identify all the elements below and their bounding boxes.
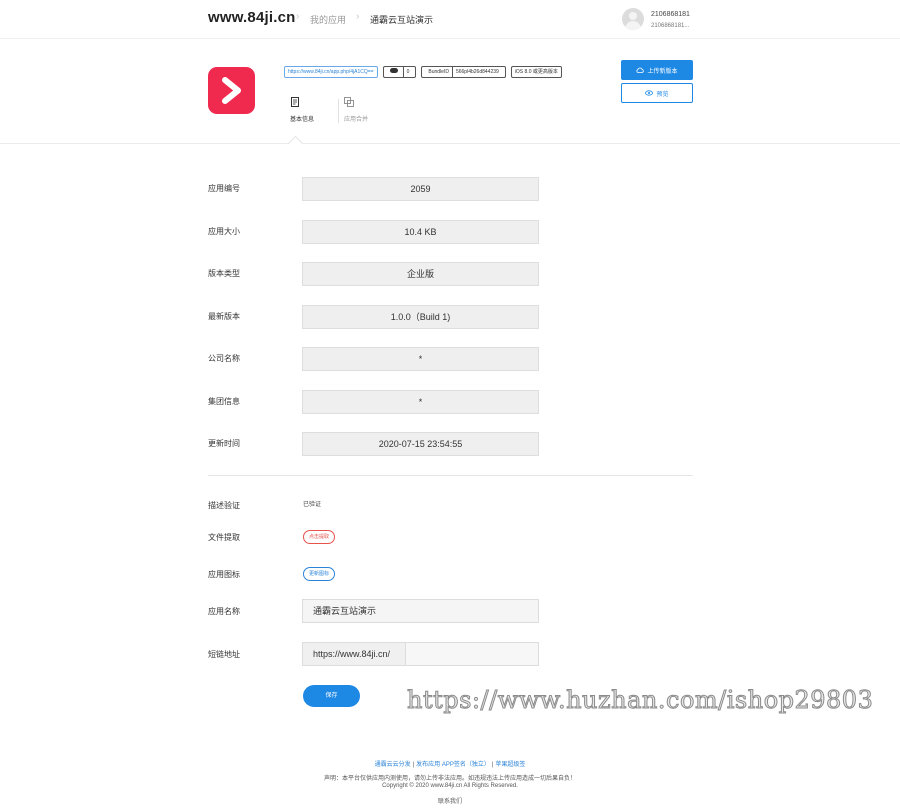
upload-label: 上传新版本 xyxy=(647,68,678,75)
footer-link-distribution[interactable]: 通霸云云分发 xyxy=(375,762,411,768)
company-name-field: * xyxy=(302,347,539,371)
bundle-id-tag: BundleID 566pl4b26d844239 xyxy=(421,66,506,78)
cloud-upload-icon xyxy=(636,67,645,73)
short-link-label: 短链地址 xyxy=(208,650,240,659)
short-link-input[interactable] xyxy=(406,643,538,665)
group-info-label: 集团信息 xyxy=(208,397,240,406)
breadcrumb-chevron-icon: › xyxy=(296,11,300,22)
bundle-id-value: 566pl4b26d844239 xyxy=(451,67,502,77)
tab-basic-info[interactable]: 基本信息 xyxy=(290,97,330,123)
ios-version-tag: iOS 8.0 或更高版本 xyxy=(510,66,562,78)
play-arrow-icon xyxy=(222,77,241,104)
update-time-field: 2020-07-15 23:54:55 xyxy=(302,432,539,456)
tab-label: 基本信息 xyxy=(290,117,315,123)
desc-verify-label: 描述验证 xyxy=(208,501,240,510)
tab-label: 应用合并 xyxy=(344,117,369,123)
breadcrumb-current-app: 通霸云互站演示 xyxy=(370,15,434,25)
breadcrumb-my-apps[interactable]: 我的应用 xyxy=(310,13,346,26)
site-logo[interactable]: www.84ji.cn xyxy=(208,9,296,26)
footer-contact-link[interactable]: 联系我们 xyxy=(0,796,900,805)
preview-button[interactable]: 预览 xyxy=(621,83,693,103)
app-size-label: 应用大小 xyxy=(208,227,240,236)
watermark-text: https://www.huzhan.com/ishop29803 xyxy=(406,686,874,715)
cloud-icon xyxy=(387,67,403,77)
tab-divider xyxy=(338,99,339,123)
desc-verify-status: 已验证 xyxy=(303,502,322,508)
footer-link-super-sign[interactable]: 苹果超级签 xyxy=(495,762,525,768)
bundle-id-label: BundleID xyxy=(428,69,449,75)
section-divider xyxy=(208,475,693,476)
footer-link-signing[interactable]: 发布应用 APP签名（独立） xyxy=(416,762,490,768)
breadcrumb-chevron-icon: › xyxy=(356,11,360,22)
app-name-label: 应用名称 xyxy=(208,607,240,616)
latest-version-field: 1.0.0（Build 1) xyxy=(302,305,539,329)
extract-file-button[interactable]: 点击提取 xyxy=(303,530,336,544)
app-size-field: 10.4 KB xyxy=(302,220,539,244)
download-count-tag: 0 xyxy=(382,66,417,78)
group-info-field: * xyxy=(302,390,539,414)
app-id-field: 2059 xyxy=(302,177,539,201)
short-link-prefix: https://www.84ji.cn/ xyxy=(303,643,406,665)
preview-label: 预览 xyxy=(656,91,669,98)
merge-icon xyxy=(344,97,354,107)
header-divider xyxy=(0,143,900,144)
app-icon-label: 应用图标 xyxy=(208,570,240,579)
version-type-label: 版本类型 xyxy=(208,269,240,278)
file-extract-label: 文件提取 xyxy=(208,533,240,542)
short-link-field: https://www.84ji.cn/ xyxy=(302,642,539,666)
app-link-tag[interactable]: https://www.84ji.cn/app.php/4jA1CQ== xyxy=(284,66,378,78)
eye-icon xyxy=(645,90,654,96)
tab-app-merge[interactable]: 应用合并 xyxy=(344,97,384,123)
company-name-label: 公司名称 xyxy=(208,354,240,363)
avatar[interactable] xyxy=(622,8,644,30)
document-icon xyxy=(291,97,299,107)
username[interactable]: 2106868181 xyxy=(651,11,690,18)
update-time-label: 更新时间 xyxy=(208,439,240,448)
app-icon xyxy=(208,67,255,114)
top-navbar: www.84ji.cn › 我的应用 › 通霸云互站演示 2106868181 … xyxy=(0,0,900,39)
app-meta-tags: https://www.84ji.cn/app.php/4jA1CQ== 0 B… xyxy=(284,66,562,78)
upload-new-version-button[interactable]: 上传新版本 xyxy=(621,60,693,80)
save-button[interactable]: 保存 xyxy=(303,685,360,707)
user-account: 2106868181... xyxy=(651,23,690,29)
footer-copyright: Copyright © 2020 www.84ji.cn All Rights … xyxy=(382,783,518,789)
active-tab-caret xyxy=(287,135,304,152)
update-icon-button[interactable]: 更新图标 xyxy=(303,567,336,581)
version-type-field: 企业版 xyxy=(302,262,539,286)
latest-version-label: 最新版本 xyxy=(208,312,240,321)
footer-links: 通霸云云分发 | 发布应用 APP签名（独立） | 苹果超级签 xyxy=(374,762,526,768)
app-id-label: 应用编号 xyxy=(208,184,240,193)
download-count: 0 xyxy=(402,67,413,77)
footer-notice: 声明：本平台仅供应用内测使用，请勿上传非法应用。如违规违法上传应用造成一切后果自… xyxy=(323,776,576,782)
app-name-input[interactable]: 通霸云互站演示 xyxy=(302,599,539,623)
